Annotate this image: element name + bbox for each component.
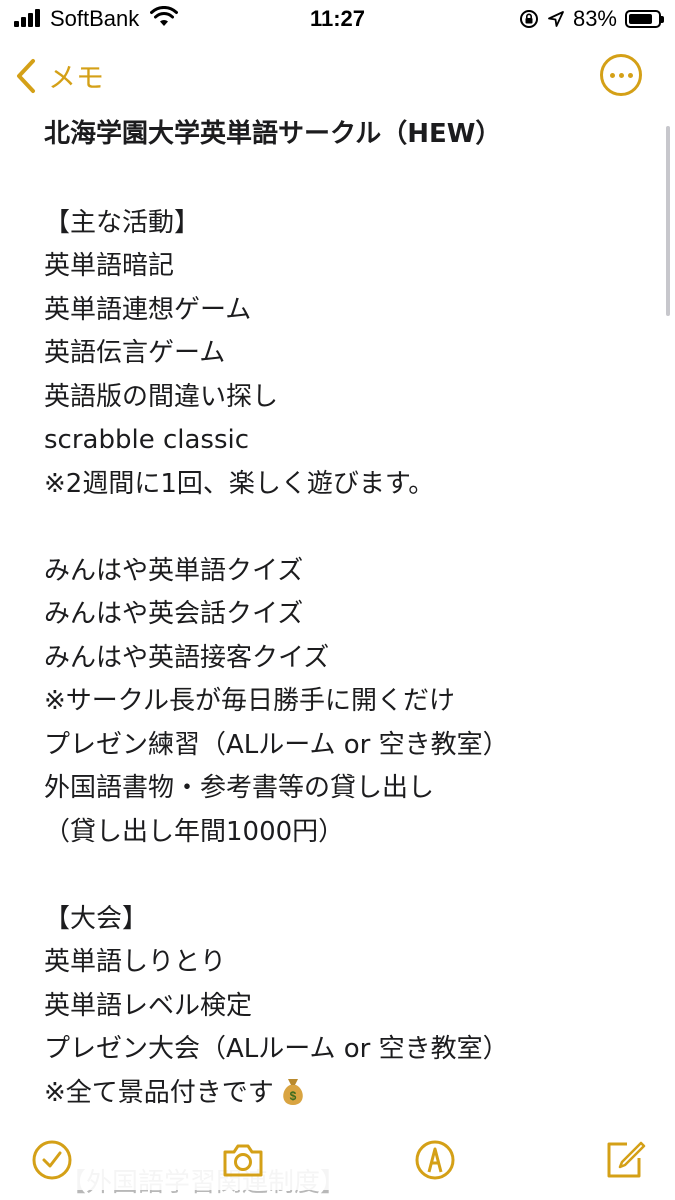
- note-line: みんはや英会話クイズ: [44, 593, 654, 637]
- note-line: 【大会】: [44, 898, 654, 942]
- markup-icon[interactable]: [413, 1138, 457, 1182]
- note-line: 英単語しりとり: [44, 941, 654, 985]
- note-line: ※全て景品付きです $: [44, 1072, 654, 1116]
- note-line-text: みんはや英語接客クイズ: [44, 642, 330, 673]
- note-line-text: 外国語書物・参考書等の貸し出し: [44, 773, 435, 803]
- more-options-button[interactable]: [600, 54, 642, 96]
- money-bag-icon: $: [283, 1078, 303, 1105]
- note-line-text: scrabble classic: [44, 425, 250, 455]
- note-line: 【主な活動】: [44, 202, 654, 246]
- note-line-text: 【主な活動】: [44, 207, 201, 238]
- note-line: プレゼン大会（ALルーム or 空き教室）: [44, 1028, 654, 1072]
- checklist-icon[interactable]: [30, 1138, 74, 1182]
- battery-icon: [625, 10, 664, 28]
- note-line: scrabble classic: [44, 419, 654, 463]
- back-button[interactable]: メモ: [14, 56, 104, 96]
- note-line-text: （貸し出し年間1000円）: [44, 816, 345, 847]
- back-label: メモ: [48, 61, 105, 94]
- note-line-text: ※2週間に1回、楽しく遊びます。: [44, 468, 435, 499]
- note-line: 外国語書物・参考書等の貸し出し: [44, 767, 654, 811]
- status-bar: SoftBank 11:27 83%: [0, 0, 675, 40]
- chevron-left-icon: [17, 59, 35, 93]
- note-line-text: 英単語暗記: [44, 251, 175, 281]
- rotation-lock-icon: [519, 10, 538, 28]
- note-line-text: 英語版の間違い探し: [44, 381, 279, 412]
- battery-percent: 83%: [572, 6, 617, 31]
- note-line: 英単語連想ゲーム: [44, 289, 654, 333]
- note-line-text: みんはや英会話クイズ: [44, 599, 304, 629]
- note-line-text: 英語伝言ゲーム: [44, 338, 226, 368]
- note-line-text: ※全て景品付きです: [44, 1077, 274, 1108]
- note-line-text: みんはや英単語クイズ: [44, 555, 304, 586]
- note-line-text: プレゼン大会（ALルーム or 空き教室）: [44, 1034, 509, 1064]
- note-line: みんはや英語接客クイズ: [44, 637, 654, 681]
- note-line-text: 英単語連想ゲーム: [44, 294, 252, 325]
- battery-level-fill: [629, 14, 653, 24]
- svg-text:$: $: [289, 1089, 296, 1103]
- note-line: ※2週間に1回、楽しく遊びます。: [44, 463, 654, 507]
- note-title: 北海学園大学英単語サークル（HEW）: [44, 119, 502, 149]
- note-line: プレゼン練習（ALルーム or 空き教室）: [44, 724, 654, 768]
- scroll-indicator[interactable]: [666, 126, 670, 316]
- status-right-group: 83%: [519, 6, 664, 32]
- note-line-text: プレゼン練習（ALルーム or 空き教室）: [44, 729, 509, 760]
- note-line-text: 英単語しりとり: [44, 947, 227, 977]
- note-line-text: 【大会】: [44, 903, 149, 934]
- note-line: 英単語レベル検定: [44, 985, 654, 1029]
- note-line: みんはや英単語クイズ: [44, 550, 654, 594]
- note-line: 英単語暗記: [44, 245, 654, 289]
- camera-icon[interactable]: [219, 1138, 267, 1182]
- note-line: 英語版の間違い探し: [44, 376, 654, 420]
- note-body[interactable]: 北海学園大学英単語サークル（HEW） 【主な活動】 英単語暗記英単語連想ゲーム 英語…: [44, 110, 654, 1115]
- note-line-text: 英単語レベル検定: [44, 990, 253, 1021]
- location-arrow-icon: [548, 11, 564, 27]
- compose-icon[interactable]: [603, 1138, 647, 1182]
- note-line: 英語伝言ゲーム: [44, 332, 654, 376]
- note-line: （貸し出し年間1000円）: [44, 811, 654, 855]
- note-lines: 【主な活動】 英単語暗記英単語連想ゲーム 英語伝言ゲーム英語版の間違い探し scrab…: [44, 158, 654, 1115]
- ellipsis-icon: [609, 72, 615, 78]
- note-line: ※サークル長が毎日勝手に開くだけ: [44, 680, 654, 724]
- bottom-toolbar: [0, 1132, 675, 1190]
- note-line-text: ※サークル長が毎日勝手に開くだけ: [44, 686, 456, 716]
